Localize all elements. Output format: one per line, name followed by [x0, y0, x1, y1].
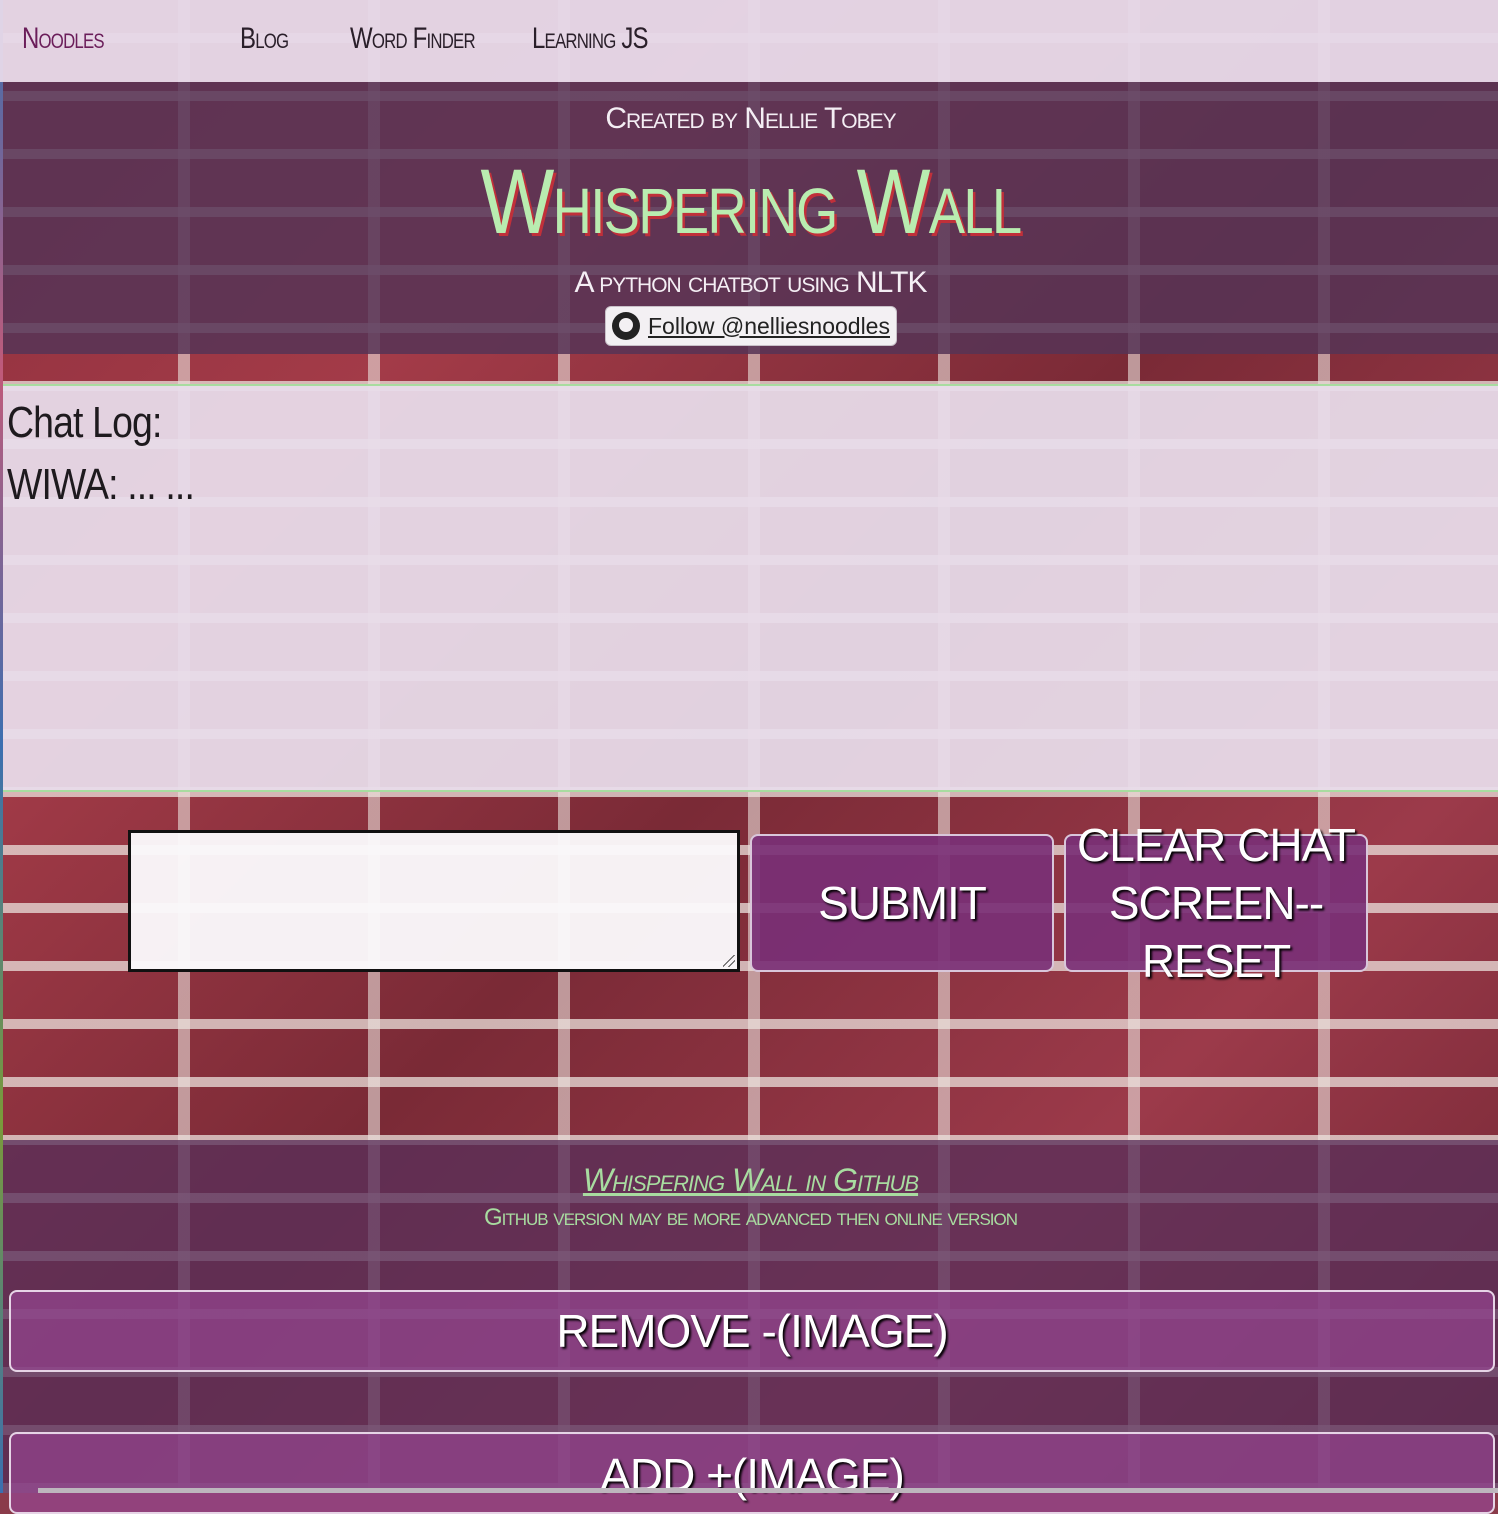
top-nav: Noodles Blog Word Finder Learning JS: [0, 0, 1498, 82]
add-image-button[interactable]: ADD +(IMAGE): [9, 1432, 1495, 1514]
github-version-note: Github version may be more advanced then…: [483, 1204, 1018, 1231]
chat-input-textarea[interactable]: [128, 830, 740, 972]
github-follow-button[interactable]: Follow @nelliesnoodles: [605, 306, 897, 346]
submit-button[interactable]: SUBMIT: [750, 834, 1054, 972]
page-subtitle: A python chatbot using NLTK: [574, 266, 928, 299]
nav-item-blog[interactable]: Blog: [240, 22, 289, 56]
horizontal-scrollbar[interactable]: [38, 1488, 1498, 1493]
created-by: Created by Nellie Tobey: [605, 102, 896, 135]
github-repo-link[interactable]: Whispering Wall in Github: [3, 1162, 1498, 1199]
page-header: Created by Nellie Tobey Whispering Wall …: [3, 82, 1498, 354]
clear-chat-button[interactable]: CLEAR CHAT SCREEN-- RESET: [1064, 819, 1368, 987]
chat-log-label: Chat Log:: [7, 398, 162, 447]
nav-item-learning-js[interactable]: Learning JS: [532, 22, 649, 56]
chat-message: WIWA: ... ...: [7, 460, 195, 509]
github-follow-label: Follow @nelliesnoodles: [648, 312, 890, 339]
page-title: Whispering Wall: [480, 151, 1023, 253]
resize-handle-icon[interactable]: [723, 955, 735, 967]
github-icon: [612, 312, 640, 340]
chat-log: Chat Log: WIWA: ... ...: [3, 384, 1498, 792]
nav-brand-noodles[interactable]: Noodles: [22, 22, 105, 56]
page-footer: Whispering Wall in Github Github version…: [3, 1140, 1498, 1514]
remove-image-button[interactable]: REMOVE -(IMAGE): [9, 1290, 1495, 1372]
nav-item-word-finder[interactable]: Word Finder: [350, 22, 476, 56]
